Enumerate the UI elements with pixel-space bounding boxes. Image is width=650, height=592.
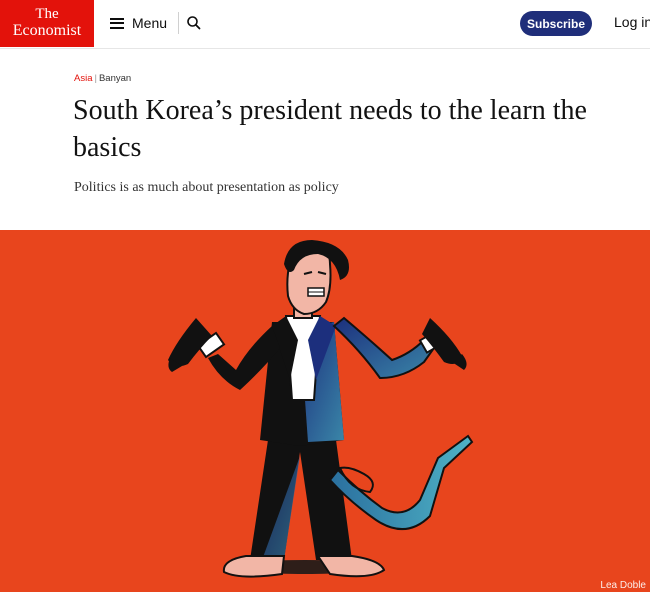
logo-line-1: The [35, 6, 59, 22]
nav-divider [178, 12, 179, 34]
hamburger-icon [110, 17, 124, 29]
column-name[interactable]: Banyan [99, 73, 131, 84]
logo-line-2: Economist [12, 22, 82, 39]
search-icon [187, 16, 201, 30]
section-link[interactable]: Asia [74, 73, 92, 84]
economist-logo[interactable]: The Economist [0, 0, 94, 47]
article-standfirst: Politics is as much about presentation a… [74, 180, 339, 195]
article-illustration: Lea Doble [0, 230, 650, 592]
login-link[interactable]: Log in [614, 14, 650, 30]
shrugging-president-illustration [168, 240, 474, 578]
subscribe-button[interactable]: Subscribe [520, 11, 592, 36]
search-button[interactable] [185, 14, 203, 32]
menu-label: Menu [132, 15, 168, 31]
rubric-separator: | [94, 73, 97, 84]
article-headline: South Korea’s president needs to the lea… [73, 95, 587, 163]
top-navigation-bar: The Economist Menu Subscribe Log in [0, 0, 650, 49]
menu-button[interactable]: Menu [110, 10, 167, 36]
article-rubric: Asia | Banyan [74, 73, 131, 84]
image-credit: Lea Doble [600, 580, 646, 591]
